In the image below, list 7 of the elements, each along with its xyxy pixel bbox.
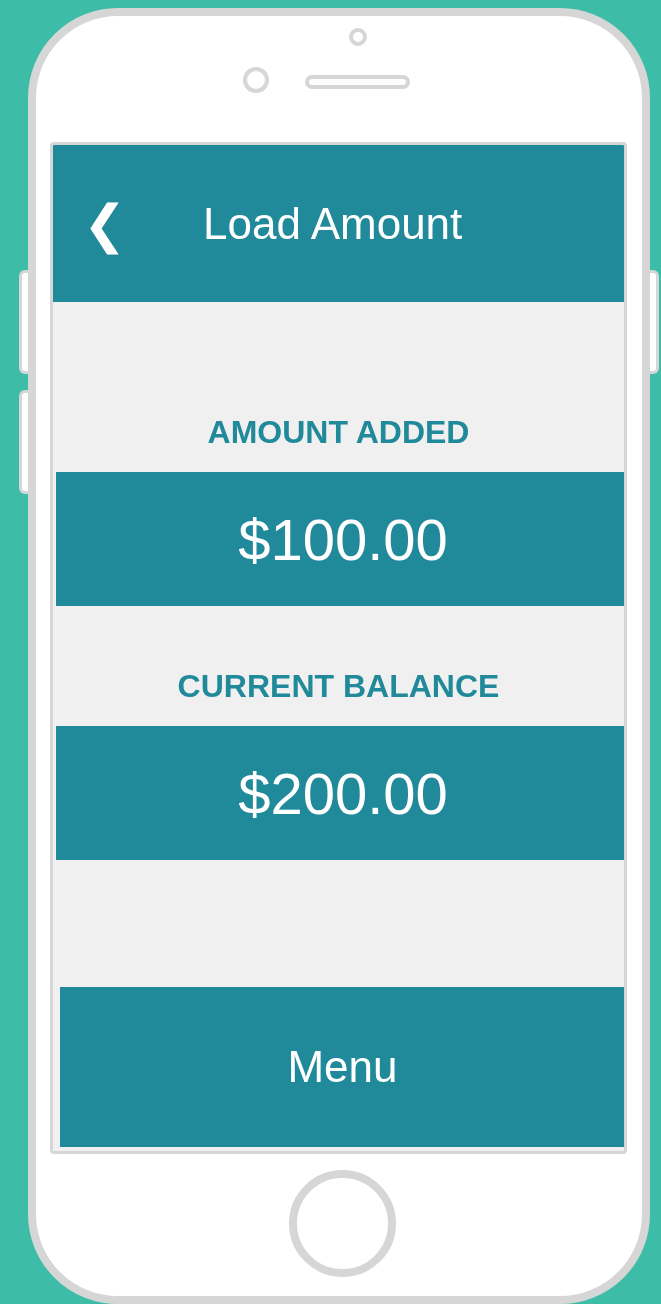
field-label: AMOUNT ADDED [206, 413, 471, 452]
back-button[interactable]: ❮ [81, 188, 129, 259]
amount-value: $200.00 [56, 726, 624, 860]
field-label: CURRENT BALANCE [176, 667, 501, 706]
menu-button[interactable]: Menu [60, 987, 624, 1147]
amount-value: $100.00 [56, 472, 624, 606]
screen-title: Load Amount [203, 197, 463, 250]
